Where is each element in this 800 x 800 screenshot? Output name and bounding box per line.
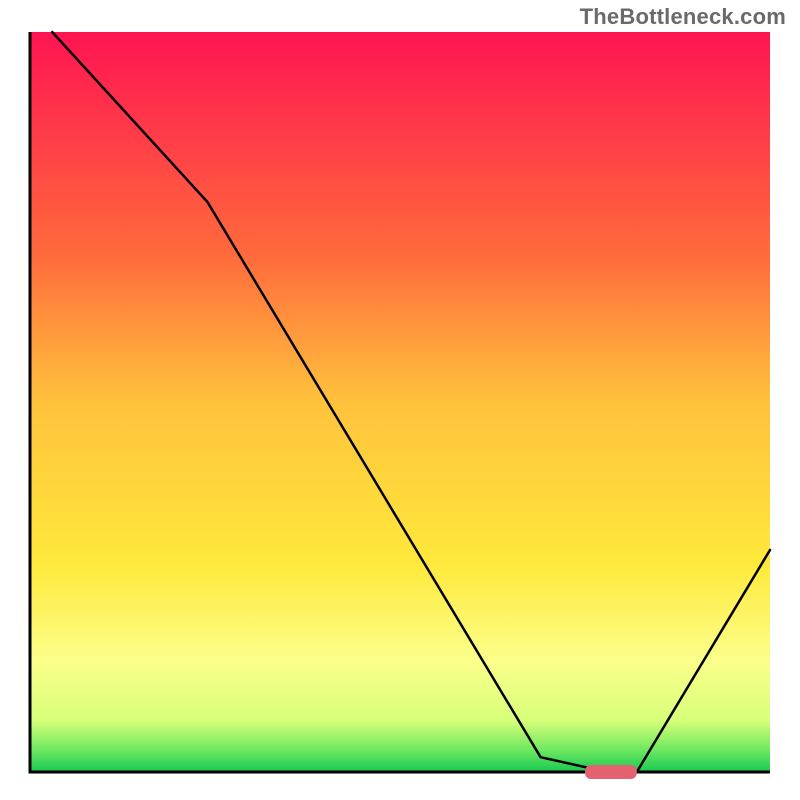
chart-container: TheBottleneck.com [0, 0, 800, 800]
optimum-marker [585, 765, 637, 779]
watermark-text: TheBottleneck.com [580, 4, 786, 30]
bottleneck-chart [0, 0, 800, 800]
plot-background [30, 32, 770, 772]
